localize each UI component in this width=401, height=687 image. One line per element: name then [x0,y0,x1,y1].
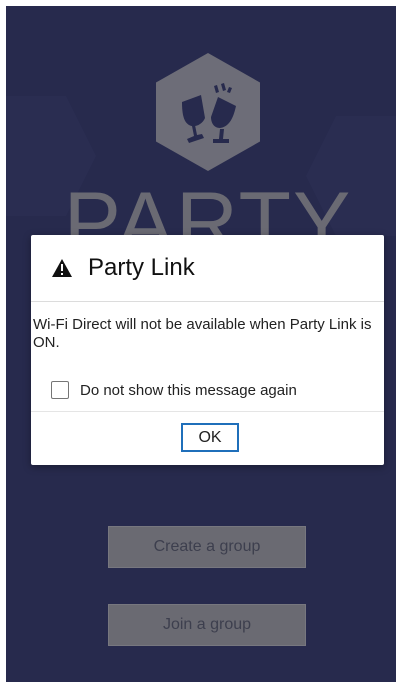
do-not-show-again-option[interactable]: Do not show this message again [51,379,297,401]
dialog-title: Party Link [88,254,195,281]
do-not-show-again-checkbox[interactable] [51,381,69,399]
wifi-direct-warning-message: Wi-Fi Direct will not be available when … [33,316,372,351]
do-not-show-again-label: Do not show this message again [80,381,297,399]
warning-icon [52,259,72,277]
ok-button[interactable]: OK [181,423,239,452]
party-link-dialog: Party Link Wi-Fi Direct will not be avai… [31,235,384,465]
dialog-header: Party Link [31,235,384,302]
dialog-button-divider [31,411,384,412]
party-link-screen: PARTY Create a group Join a group Party … [6,6,396,682]
